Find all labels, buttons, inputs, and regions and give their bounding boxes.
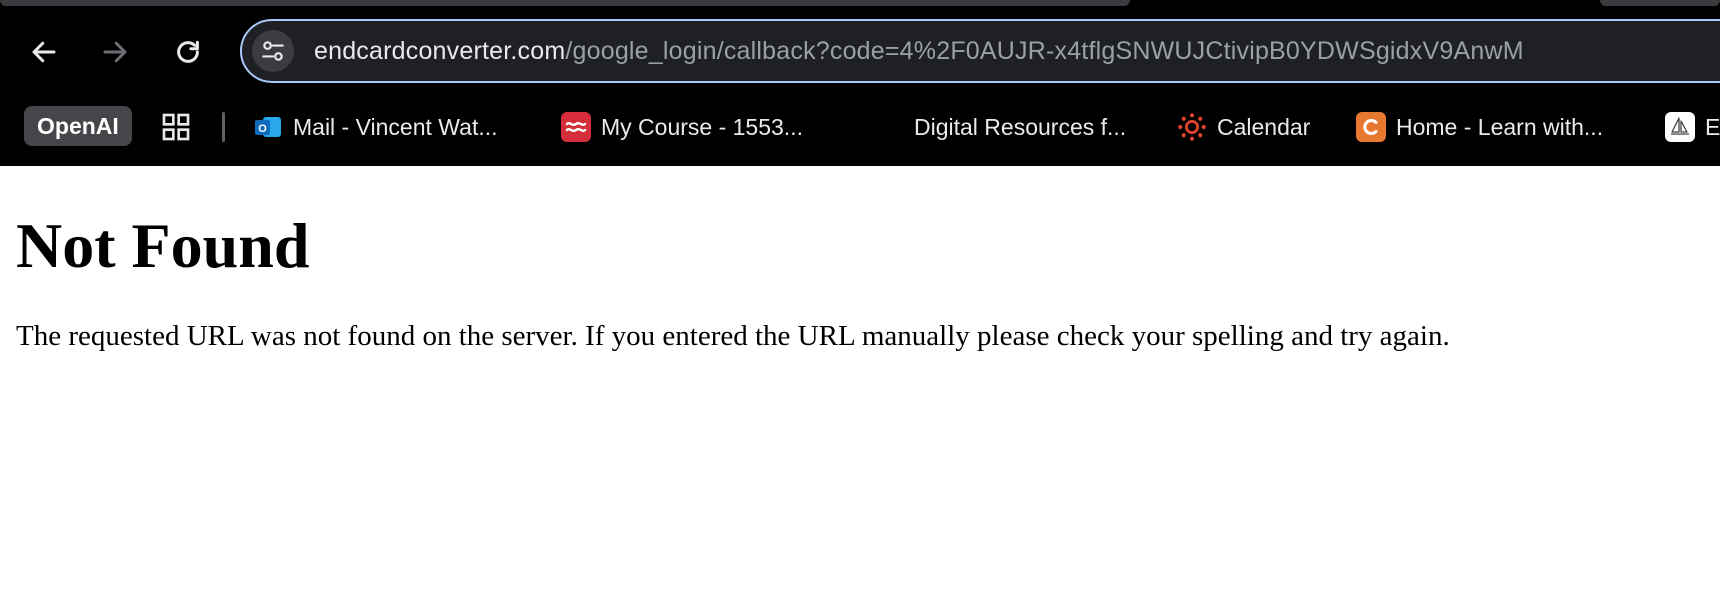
c-logo-icon (1356, 112, 1386, 142)
reload-icon (177, 40, 199, 63)
url-path: /google_login/callback?code=4%2F0AUJR-x4… (565, 37, 1524, 65)
sailboat-icon (1665, 112, 1695, 142)
apps-grid-icon (162, 113, 190, 141)
bookmark-label: My Course - 1553... (601, 113, 803, 140)
bookmark-digital-resources[interactable]: Digital Resources f... (914, 107, 1126, 147)
forward-button[interactable] (95, 32, 135, 72)
bookmark-overflow-item[interactable]: E (1665, 107, 1720, 147)
canvas-icon (1177, 112, 1207, 142)
browser-chrome: endcardconverter.com/google_login/callba… (0, 0, 1720, 166)
course-icon (561, 112, 591, 142)
bookmark-label: E (1705, 113, 1720, 140)
bookmark-label: Calendar (1217, 113, 1311, 140)
bookmark-my-course[interactable]: My Course - 1553... (561, 107, 803, 147)
url-host: endcardconverter.com (314, 37, 566, 65)
bookmark-calendar[interactable]: Calendar (1177, 107, 1310, 147)
bookmark-label: Home - Learn with... (1396, 113, 1604, 140)
page-title: Not Found (16, 210, 310, 281)
svg-text:O: O (258, 123, 267, 135)
outlook-icon: O (253, 112, 283, 142)
arrow-left-icon (32, 41, 56, 63)
bookmark-label: Digital Resources f... (914, 113, 1127, 140)
tab-strip-edge-right (1600, 0, 1720, 6)
bookmark-label: Mail - Vincent Wat... (293, 113, 498, 140)
error-message: The requested URL was not found on the s… (16, 320, 1450, 352)
tab-strip-edge (0, 0, 1130, 6)
address-bar[interactable]: endcardconverter.com/google_login/callba… (240, 19, 1720, 83)
bookmarks-bar: OpenAI O Mail - Vincent Wat... My Course… (0, 104, 1720, 150)
profile-bookmark-button[interactable]: OpenAI (24, 106, 132, 146)
apps-button[interactable] (160, 107, 192, 147)
back-button[interactable] (24, 32, 64, 72)
site-info-button[interactable] (252, 30, 294, 72)
bookmark-home-learn[interactable]: Home - Learn with... (1356, 107, 1603, 147)
url-text[interactable]: endcardconverter.com/google_login/callba… (314, 21, 1524, 81)
reload-button[interactable] (168, 32, 208, 72)
tune-icon (262, 41, 284, 61)
bookmarks-separator (222, 112, 225, 142)
arrow-right-icon (103, 41, 127, 63)
bookmark-mail[interactable]: O Mail - Vincent Wat... (253, 107, 498, 147)
page-content: Not Found The requested URL was not foun… (16, 166, 1706, 354)
